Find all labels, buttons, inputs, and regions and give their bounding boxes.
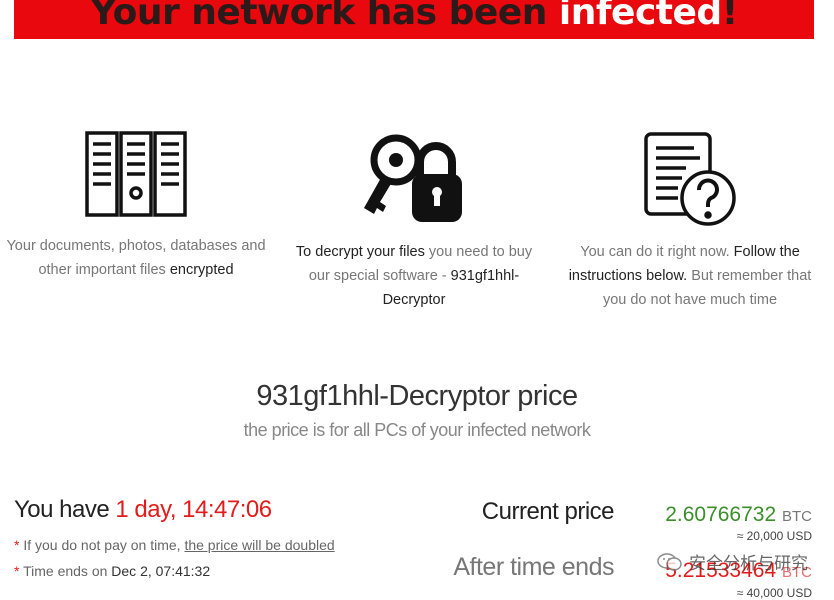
current-price-usd: ≈ 20,000 USD: [736, 529, 812, 543]
document-question-icon: [644, 132, 736, 226]
timer-remaining: 1 day, 14:47:06: [115, 496, 272, 523]
watermark: 安全分析与研究: [657, 549, 808, 574]
after-time-usd: ≈ 40,000 USD: [736, 586, 812, 600]
header-banner: Your network has been infected!: [14, 0, 814, 39]
banner-title-highlight: infected: [558, 0, 722, 33]
feature-text-bold: To decrypt your files: [295, 244, 425, 260]
after-time-label: After time ends: [453, 553, 614, 581]
price-subtitle: the price is for all PCs of your infecte…: [243, 420, 591, 440]
feature-instructions: You can do it right now. Follow the inst…: [560, 130, 820, 312]
feature-encrypted-files: Your documents, photos, databases and ot…: [6, 130, 266, 282]
feature-text: You can do it right now. Follow the inst…: [560, 240, 820, 312]
note-text: Time ends on: [19, 563, 112, 579]
current-price-amount: 2.60766732: [665, 503, 777, 526]
current-price-value: 2.60766732 BTC: [665, 503, 812, 527]
price-title: 931gf1hhl-Decryptor price: [256, 380, 578, 412]
current-price-unit: BTC: [782, 508, 812, 525]
banner-title: Your network has been infected!: [14, 0, 814, 38]
note-text: If you do not pay on time,: [19, 537, 185, 553]
feature-text-bold: encrypted: [169, 262, 234, 278]
deadline-date: Dec 2, 07:41:32: [111, 563, 211, 579]
timer-prefix: You have: [14, 496, 116, 523]
watermark-text: 安全分析与研究: [689, 554, 808, 574]
banner-title-text: Your network has been: [90, 0, 559, 33]
price-doubled-link[interactable]: the price will be doubled: [184, 537, 334, 553]
wechat-icon: [657, 552, 682, 571]
current-price-label: Current price: [481, 498, 615, 525]
price-double-note: * If you do not pay on time, the price w…: [14, 537, 335, 553]
time-ends-note: * Time ends on Dec 2, 07:41:32: [14, 563, 210, 579]
feature-text: To decrypt your files you need to buy ou…: [284, 240, 544, 312]
server-files-icon: [85, 131, 187, 217]
banner-title-end: !: [721, 0, 738, 33]
countdown-timer: You have 1 day, 14:47:06: [14, 496, 272, 524]
feature-decrypt: To decrypt your files you need to buy ou…: [284, 130, 544, 312]
feature-text: Your documents, photos, databases and ot…: [6, 234, 266, 282]
key-lock-icon: [364, 134, 462, 222]
feature-text-part: You can do it right now.: [580, 244, 734, 260]
